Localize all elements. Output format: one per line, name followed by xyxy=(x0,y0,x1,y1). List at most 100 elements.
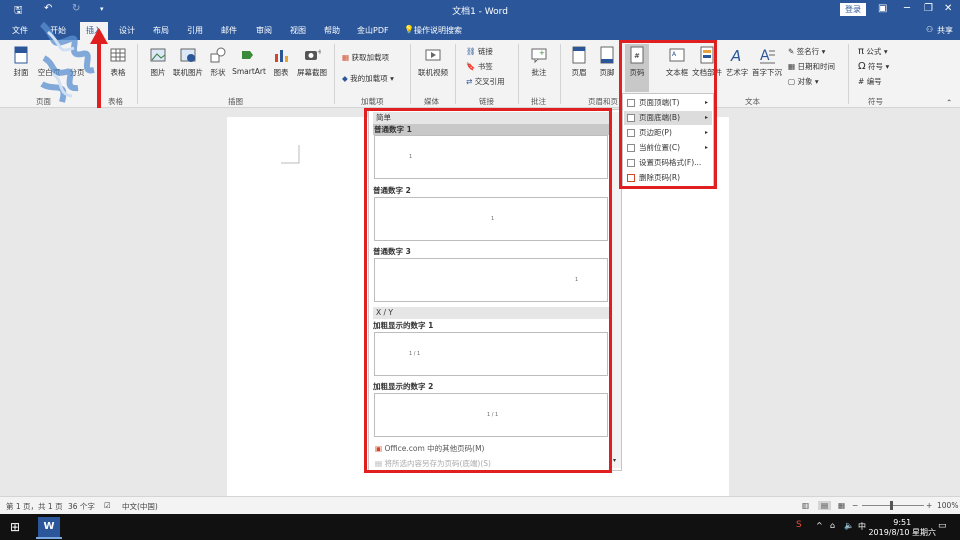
tray-expand-icon[interactable]: ^ xyxy=(816,521,823,530)
signature-line-button[interactable]: ✎ 签名行 ▾ xyxy=(788,46,825,57)
minimize-icon[interactable]: ─ xyxy=(904,3,910,14)
gallery-item-plain-number-3[interactable]: 1 xyxy=(374,258,608,302)
ribbon-display-icon[interactable]: ▣ xyxy=(878,3,887,14)
page-number-button[interactable]: # 页码 xyxy=(625,44,649,92)
scroll-down-icon[interactable]: ▾ xyxy=(613,457,616,464)
proofing-icon[interactable]: ☑ xyxy=(104,501,111,510)
more-page-numbers-link[interactable]: ▣ Office.com 中的其他页码(M) xyxy=(375,443,485,454)
bookmark-button[interactable]: 🔖 书签 xyxy=(466,61,493,72)
group-links-label: 链接 xyxy=(479,97,494,106)
signature-line-label: 签名行 xyxy=(796,47,820,56)
tab-layout[interactable]: 布局 xyxy=(153,25,169,36)
menu-item-label: 页边距(P) xyxy=(639,128,672,137)
zoom-slider[interactable] xyxy=(862,505,924,506)
restore-icon[interactable]: ❐ xyxy=(924,3,933,14)
equation-button[interactable]: π 公式 ▾ xyxy=(858,46,888,57)
save-selection-label: 将所选内容另存为页码(底端)(S) xyxy=(384,459,491,468)
shapes-button[interactable]: 形状 xyxy=(207,46,229,78)
save-selection-as-page-number: ▤ 将所选内容另存为页码(底端)(S) xyxy=(375,458,491,469)
link-button[interactable]: ⛓ 链接 xyxy=(466,46,493,57)
zoom-out-icon[interactable]: − xyxy=(852,501,858,510)
online-video-label: 联机视频 xyxy=(418,68,448,77)
page-count[interactable]: 第 1 页，共 1 页 xyxy=(6,501,63,512)
login-button[interactable]: 登录 xyxy=(840,3,866,16)
group-divider xyxy=(560,44,561,104)
clock-time: 9:51 xyxy=(893,518,912,527)
smartart-button[interactable]: SmartArt xyxy=(232,46,266,76)
menu-item-top-of-page[interactable]: 页面顶端(T) ▸ xyxy=(624,96,712,110)
screenshot-label: 屏幕截图 xyxy=(297,68,327,77)
footer-button[interactable]: 页脚 xyxy=(594,46,620,78)
online-video-button[interactable]: 联机视频 xyxy=(416,46,450,78)
gallery-item-bold-number-1[interactable]: 1 / 1 xyxy=(374,332,608,376)
picture-button[interactable]: 图片 xyxy=(146,46,170,78)
gallery-item-plain-number-2[interactable]: 1 xyxy=(374,197,608,241)
group-divider xyxy=(137,44,138,104)
notification-center-icon[interactable]: ▭ xyxy=(938,521,947,531)
collapse-ribbon-icon[interactable]: ⌃ xyxy=(946,98,952,107)
number-button[interactable]: # 编号 xyxy=(858,76,882,87)
zoom-slider-thumb[interactable] xyxy=(890,501,893,510)
quick-parts-button[interactable]: 文档部件 xyxy=(692,46,722,78)
tab-mailings[interactable]: 邮件 xyxy=(221,25,237,36)
menu-item-bottom-of-page[interactable]: 页面底端(B) ▸ xyxy=(624,111,712,125)
group-divider xyxy=(455,44,456,104)
language-indicator[interactable]: 中文(中国) xyxy=(122,501,158,512)
gallery-scrollbar[interactable]: ▾ xyxy=(611,112,621,468)
tab-references[interactable]: 引用 xyxy=(187,25,203,36)
cross-reference-button[interactable]: ⇄ 交叉引用 xyxy=(466,76,505,87)
word-taskbar-icon[interactable]: W xyxy=(38,517,60,537)
gallery-item-bold-number-2[interactable]: 1 / 1 xyxy=(374,393,608,437)
share-icon[interactable]: ⚇ xyxy=(926,25,933,34)
tab-review[interactable]: 审阅 xyxy=(256,25,272,36)
ime-language-icon[interactable]: 中 xyxy=(858,521,866,532)
menu-item-page-margins[interactable]: 页边距(P) ▸ xyxy=(624,126,712,140)
lightbulb-icon: 💡 xyxy=(404,25,414,34)
cover-page-button[interactable]: 封面 xyxy=(8,46,34,78)
menu-item-label: 页面底端(B) xyxy=(639,113,680,122)
date-time-button[interactable]: ▦ 日期和时间 xyxy=(788,61,835,72)
system-clock[interactable]: 9:51 2019/8/10 星期六 xyxy=(868,518,936,538)
tab-kingsoft-pdf[interactable]: 金山PDF xyxy=(357,25,389,36)
input-method-icon[interactable]: S xyxy=(796,520,802,530)
menu-item-current-position[interactable]: 当前位置(C) ▸ xyxy=(624,141,712,155)
read-mode-icon[interactable]: ▥ xyxy=(802,501,809,510)
zoom-level[interactable]: 100% xyxy=(937,501,958,510)
online-picture-button[interactable]: 联机图片 xyxy=(172,46,204,78)
store-icon: ▦ xyxy=(342,53,350,62)
chevron-down-icon: ▾ xyxy=(883,47,888,56)
table-label: 表格 xyxy=(110,68,126,77)
windows-start-icon[interactable]: ⊞ xyxy=(10,520,20,534)
drop-cap-button[interactable]: A 首字下沉 xyxy=(752,46,782,78)
menu-item-format-page-numbers[interactable]: 设置页码格式(F)... xyxy=(624,156,712,170)
tab-file[interactable]: 文件 xyxy=(12,25,28,36)
gallery-item-plain-number-1[interactable]: 1 xyxy=(374,135,608,179)
chart-button[interactable]: 图表 xyxy=(270,46,292,78)
header-button[interactable]: 页眉 xyxy=(566,46,592,78)
word-count[interactable]: 36 个字 xyxy=(68,501,95,512)
comment-button[interactable]: + 批注 xyxy=(526,46,552,78)
wordart-button[interactable]: A 艺术字 xyxy=(724,46,750,78)
share-button[interactable]: 共享 xyxy=(937,25,953,36)
close-icon[interactable]: ✕ xyxy=(944,3,952,14)
group-illustrations-label: 插图 xyxy=(228,97,243,106)
print-layout-icon[interactable]: ▤ xyxy=(818,501,832,510)
group-symbols-label: 符号 xyxy=(868,97,883,106)
object-button[interactable]: ▢ 对象 ▾ xyxy=(788,76,819,87)
menu-item-remove-page-numbers[interactable]: 删除页码(R) xyxy=(624,171,712,185)
shapes-icon xyxy=(210,47,226,63)
network-icon[interactable]: ⌂ xyxy=(830,521,835,530)
symbol-button[interactable]: Ω 符号 ▾ xyxy=(858,61,889,72)
volume-icon[interactable]: 🔈 xyxy=(844,521,854,530)
tab-design[interactable]: 设计 xyxy=(119,25,135,36)
my-addins-button[interactable]: ◆ 我的加载项 ▾ xyxy=(342,73,394,84)
screenshot-button[interactable]: + 屏幕截图 xyxy=(294,46,330,78)
zoom-in-icon[interactable]: + xyxy=(926,501,932,510)
web-layout-icon[interactable]: ▦ xyxy=(838,501,845,510)
title-bar: 🖫 ↶ ↻ ▾ 文档1 - Word 登录 ▣ ─ ❐ ✕ xyxy=(0,0,960,20)
tell-me-search[interactable]: 操作说明搜索 xyxy=(414,25,462,36)
get-addins-button[interactable]: ▦ 获取加载项 xyxy=(342,52,389,63)
text-box-button[interactable]: A 文本框 xyxy=(664,46,690,78)
tab-help[interactable]: 帮助 xyxy=(324,25,340,36)
tab-view[interactable]: 视图 xyxy=(290,25,306,36)
